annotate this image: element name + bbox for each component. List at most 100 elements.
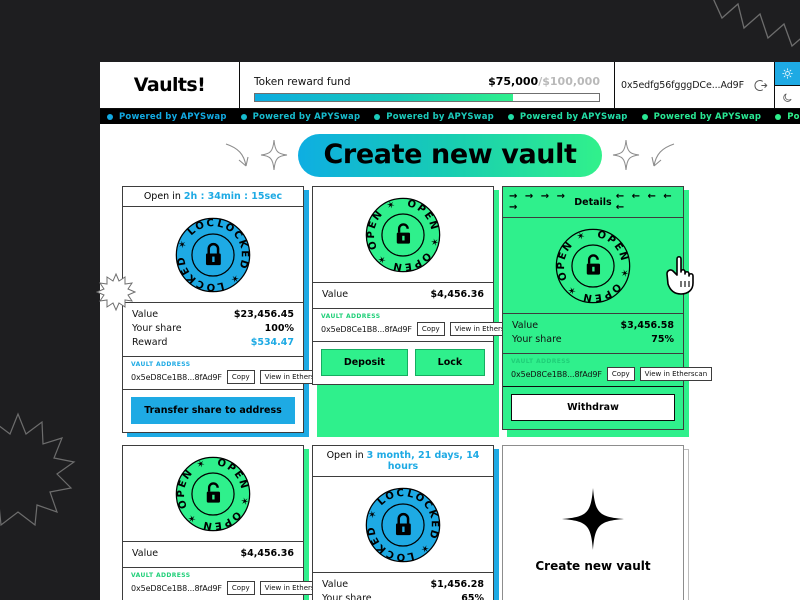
vault-card[interactable]: Open in 2h : 34min : 15sec LOCKED ✶ LOCKE… [122, 186, 333, 433]
vault-stats: Value $23,456.45 Your share 100% Reward $534.… [123, 303, 303, 357]
marquee-label: Powered by APYSwap [119, 111, 227, 122]
app-window: Vaults! Token reward fund $75,000/$100,0… [100, 62, 800, 600]
stat-label: Reward [132, 337, 168, 348]
wallet-address-label: 0x5edfg56fgggDCe...Ad9F [621, 79, 744, 91]
stat-value: $4,456.36 [240, 548, 295, 559]
logout-icon[interactable] [753, 78, 768, 93]
copy-address-button[interactable]: Copy [606, 367, 635, 381]
create-new-vault-card[interactable]: Create new vault [502, 445, 684, 600]
arrow-right-icon [225, 143, 249, 167]
marquee-item: Powered by APYSwap [768, 112, 800, 122]
sparkle-dot-icon [107, 113, 113, 120]
reward-fund-amount: $75,000/$100,000 [488, 75, 600, 88]
stat-row: Value $1,456.28 [322, 578, 484, 592]
stat-label: Value [322, 579, 349, 590]
vault-action-button[interactable]: Deposit [321, 349, 408, 376]
vault-address-row: 0x5eD8Ce1B8...8fAd9F Copy View in Ethersca… [511, 367, 713, 381]
stat-row: Your share 75% [512, 333, 674, 347]
stat-value: $4,456.36 [430, 289, 485, 300]
theme-toggle-group[interactable] [775, 62, 800, 108]
open-seal-badge: OPEN ✶ OPEN ✶ OPEN ✶ OPEN ✶ [174, 455, 251, 531]
marquee-label: Powered by APYSwap [386, 111, 494, 122]
stat-value: $534.47 [250, 337, 294, 348]
vault-card[interactable]: OPEN ✶ OPEN ✶ OPEN ✶ OPEN ✶ Value $4,456.… [122, 445, 333, 600]
locked-seal-badge: LOCKED ✶ LOCKED ✶ LOCKED ✶ LOCKED ✶ [174, 216, 251, 292]
vault-action-button[interactable]: Transfer share to address [131, 397, 295, 424]
stat-value: $23,456.45 [233, 309, 294, 320]
vault-action-button[interactable]: Withdraw [511, 394, 675, 421]
wallet-panel[interactable]: 0x5edfg56fgggDCe...Ad9F [615, 62, 775, 108]
vault-address-block: VAULT ADDRESS 0x5eD8Ce1B8...8fAd9F Copy Vie… [123, 357, 333, 390]
vault-card-wrapper: Open in 2h : 34min : 15sec LOCKED ✶ LOCKE… [122, 186, 333, 437]
reward-progress-fill [255, 93, 513, 101]
stat-label: Value [132, 548, 159, 559]
vault-card[interactable]: OPEN ✶ OPEN ✶ OPEN ✶ OPEN ✶ Value $4,456.… [312, 186, 523, 385]
copy-address-button[interactable]: Copy [226, 581, 255, 595]
copy-address-button[interactable]: Copy [226, 370, 255, 384]
create-new-vault-label: Create new vault [535, 559, 651, 573]
marquee-label: Powered by APYSwap [653, 111, 762, 122]
view-in-etherscan-button[interactable]: View in Etherscan [639, 367, 713, 381]
card-countdown-header: Open in 2h : 34min : 15sec [123, 187, 303, 207]
vault-card-wrapper: OPEN ✶ OPEN ✶ OPEN ✶ OPEN ✶ Value $4,456.… [312, 186, 523, 437]
sparkle-dot-icon [507, 113, 514, 120]
theme-dark-button[interactable] [775, 85, 800, 108]
card-countdown-header: Open in 3 month, 21 days, 14 hours [313, 446, 493, 477]
marquee-label: Powered by APYSwap [787, 111, 800, 122]
details-label: Details [574, 196, 612, 208]
vault-address-row: 0x5eD8Ce1B8...8fAd9F Copy View in Ethersca… [321, 322, 523, 336]
stat-value: 65% [461, 593, 484, 600]
reward-progress-bar [254, 92, 600, 102]
vault-address-value: 0x5eD8Ce1B8...8fAd9F [131, 583, 222, 593]
vault-address-block: VAULT ADDRESS 0x5eD8Ce1B8...8fAd9F Copy Vie… [313, 309, 523, 342]
create-new-vault-banner[interactable]: Create new vault [297, 133, 603, 177]
stat-row: Reward $534.47 [132, 336, 294, 350]
vault-card[interactable]: Open in 3 month, 21 days, 14 hours LOCKED… [312, 445, 494, 600]
vault-status-badge-area: LOCKED ✶ LOCKED ✶ LOCKED ✶ LOCKED ✶ [313, 477, 493, 573]
app-header: Vaults! Token reward fund $75,000/$100,0… [100, 62, 800, 109]
stat-row: Value $3,456.58 [512, 319, 674, 333]
vault-address-value: 0x5eD8Ce1B8...8fAd9F [511, 369, 602, 379]
starburst-outline-decoration [0, 412, 76, 527]
marquee-item: Powered by APYSwap [100, 112, 234, 122]
vault-address-row: 0x5eD8Ce1B8...8fAd9F Copy View in Ethersca… [131, 370, 333, 384]
vault-status-badge-area: OPEN ✶ OPEN ✶ OPEN ✶ OPEN ✶ [123, 446, 303, 542]
vault-address-label: VAULT ADDRESS [321, 313, 381, 320]
brand-logo[interactable]: Vaults! [100, 62, 240, 108]
pointing-hand-cursor-icon [663, 252, 697, 300]
marquee-item: Powered by APYSwap [501, 112, 635, 122]
create-vault-card-wrapper: Create new vault [502, 445, 689, 600]
stat-label: Your share [132, 323, 182, 334]
sparkle-dot-icon [240, 113, 247, 120]
countdown-prefix: Open in [326, 450, 367, 461]
stat-value: $3,456.58 [620, 320, 675, 331]
vault-address-label: VAULT ADDRESS [131, 572, 191, 579]
theme-light-button[interactable] [775, 62, 800, 85]
vault-status-badge-area: OPEN ✶ OPEN ✶ OPEN ✶ OPEN ✶ [313, 187, 493, 283]
brand-label: Vaults! [133, 74, 206, 96]
vault-action-row: Deposit Lock [313, 342, 493, 384]
stat-row: Value $4,456.36 [132, 547, 294, 561]
sparkle-dot-icon [641, 113, 648, 120]
locked-seal-badge: LOCKED ✶ LOCKED ✶ LOCKED ✶ LOCKED ✶ [364, 486, 441, 562]
vault-card-wrapper: OPEN ✶ OPEN ✶ OPEN ✶ OPEN ✶ Value $4,456.… [122, 445, 333, 600]
stat-label: Your share [322, 593, 372, 600]
vault-address-label: VAULT ADDRESS [511, 358, 571, 365]
copy-address-button[interactable]: Copy [416, 322, 445, 336]
vault-card-grid: Open in 2h : 34min : 15sec LOCKED ✶ LOCKE… [100, 186, 800, 600]
vault-stats: Value $3,456.58 Your share 75% [503, 314, 683, 354]
vault-address-value: 0x5eD8Ce1B8...8fAd9F [131, 372, 222, 382]
countdown-prefix: Open in [143, 191, 184, 202]
stat-label: Value [132, 309, 159, 320]
arrows-right-group: → → → → → [509, 191, 567, 213]
stat-row: Your share 100% [132, 322, 294, 336]
vault-status-badge-area: LOCKED ✶ LOCKED ✶ LOCKED ✶ LOCKED ✶ [123, 207, 303, 303]
vault-action-button[interactable]: Lock [414, 349, 486, 376]
stat-value: $1,456.28 [430, 579, 485, 590]
marquee-item: Powered by APYSwap [367, 112, 501, 122]
vault-stats: Value $4,456.36 [313, 283, 493, 309]
vault-address-row: 0x5eD8Ce1B8...8fAd9F Copy View in Ethersca… [131, 581, 333, 595]
powered-by-marquee: Powered by APYSwap Powered by APYSwap Powe… [100, 109, 800, 124]
vault-card[interactable]: → → → → → Details ← ← ← ← ← OPEN ✶ OPEN ✶ O… [502, 186, 713, 430]
marquee-item: Powered by APYSwap [234, 112, 368, 122]
